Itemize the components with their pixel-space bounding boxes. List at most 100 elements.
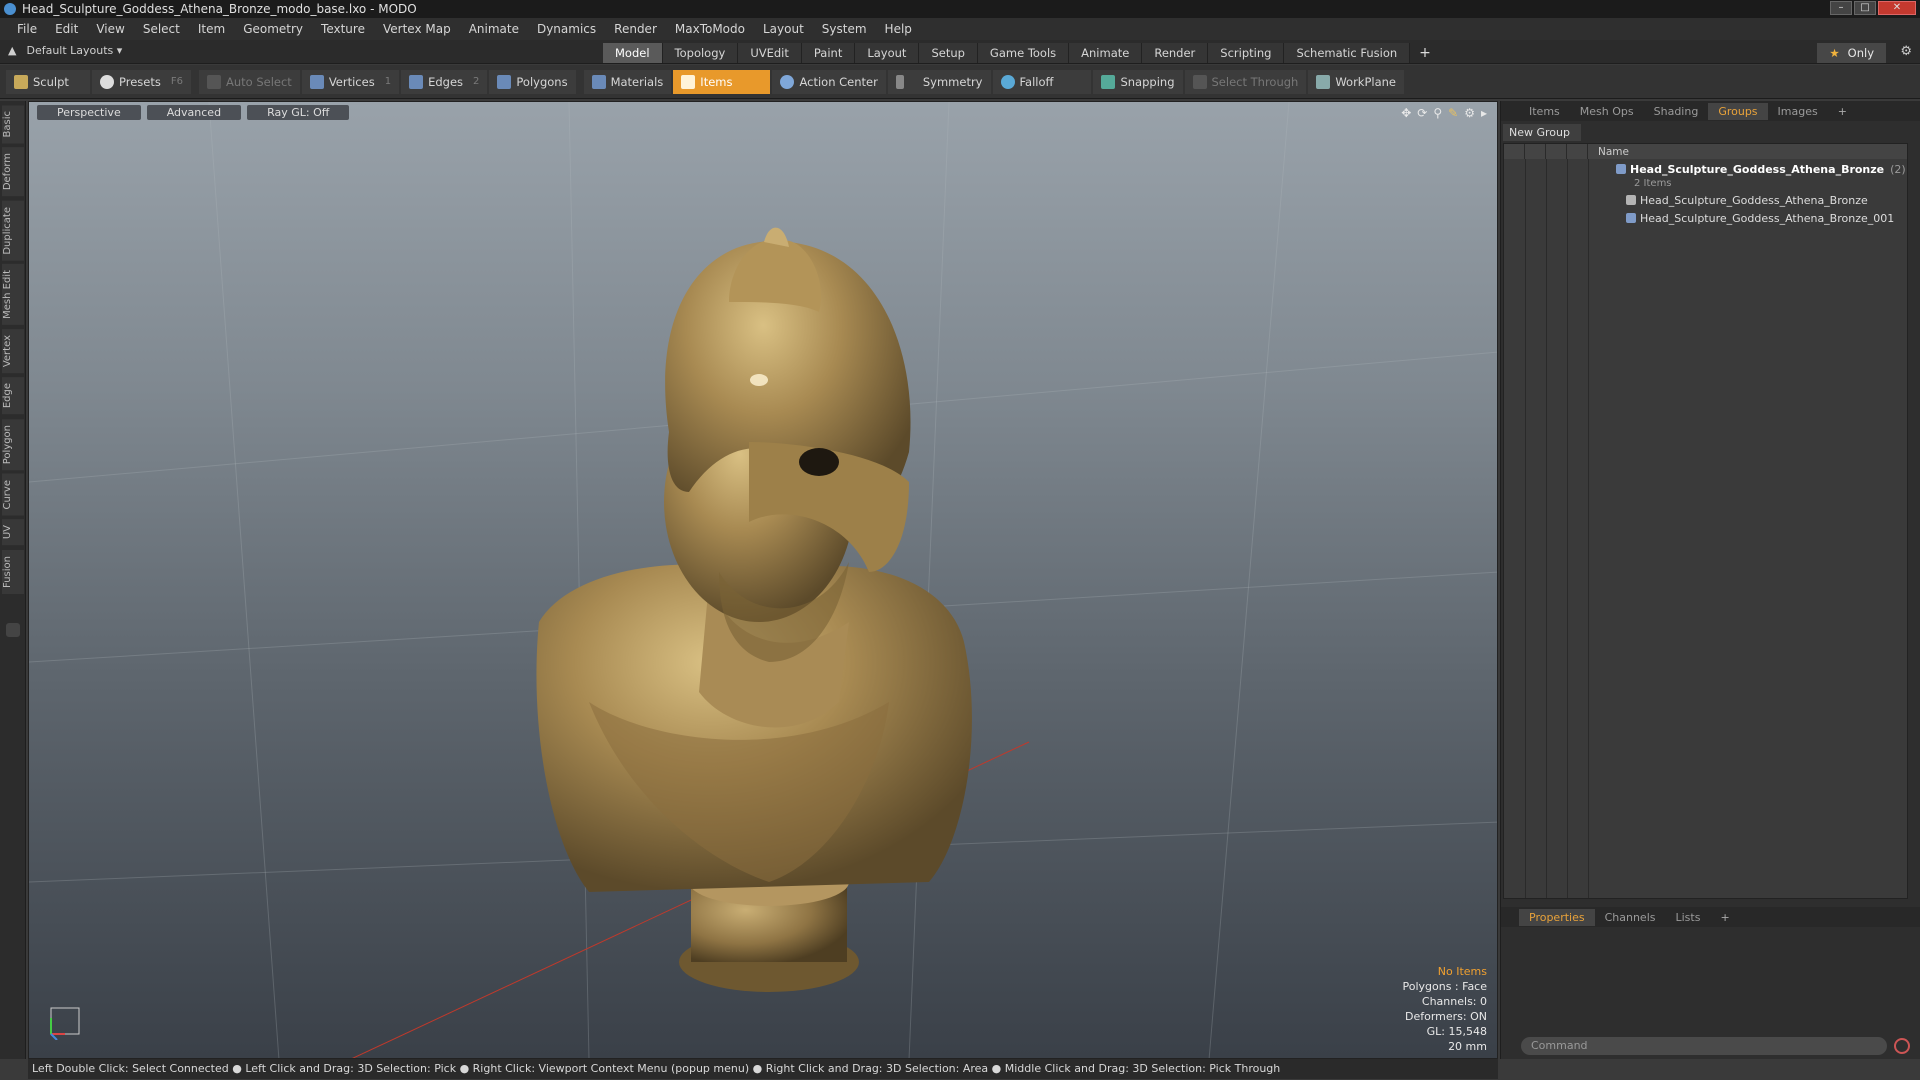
command-history-icon[interactable]: [1894, 1038, 1910, 1054]
rotate-view-icon[interactable]: ⟳: [1417, 106, 1427, 120]
select-through-label: Select Through: [1211, 74, 1299, 89]
tab-basic[interactable]: Basic: [2, 105, 24, 144]
3d-viewport[interactable]: Perspective Advanced Ray GL: Off ✥ ⟳ ⚲ ✎…: [28, 101, 1498, 1059]
tab-mesh-edit[interactable]: Mesh Edit: [2, 264, 24, 326]
tab-lists[interactable]: Lists: [1666, 909, 1711, 926]
select-column-icon[interactable]: [1567, 144, 1588, 159]
add-properties-tab-icon[interactable]: +: [1710, 909, 1739, 926]
falloff-label: Falloff: [1019, 74, 1054, 89]
tab-duplicate[interactable]: Duplicate: [2, 200, 24, 261]
add-tab-icon[interactable]: +: [1410, 43, 1440, 63]
view-mode-button[interactable]: Perspective: [37, 105, 141, 120]
render-column-icon[interactable]: [1525, 144, 1546, 159]
viewport-settings-icon[interactable]: ⚙: [1464, 106, 1475, 120]
only-toggle[interactable]: ★ Only: [1817, 43, 1886, 63]
menu-edit[interactable]: Edit: [46, 22, 87, 36]
visibility-column-icon[interactable]: [1504, 144, 1525, 159]
tab-curve[interactable]: Curve: [2, 473, 24, 516]
tab-shading[interactable]: Shading: [1644, 103, 1709, 120]
tab-groups[interactable]: Groups: [1708, 102, 1768, 120]
info-no-items: No Items: [1437, 965, 1487, 978]
window-title: Head_Sculpture_Goddess_Athena_Bronze_mod…: [22, 2, 417, 16]
only-label: Only: [1847, 46, 1874, 60]
tab-items[interactable]: Items: [1519, 103, 1570, 120]
tab-properties[interactable]: Properties: [1519, 908, 1595, 926]
presets-button[interactable]: Presets F6: [92, 69, 191, 94]
add-panel-tab-icon[interactable]: +: [1828, 103, 1857, 120]
presets-icon: [100, 74, 114, 89]
sculpt-button[interactable]: Sculpt: [6, 69, 90, 94]
menu-maxtomodo[interactable]: MaxToModo: [666, 22, 754, 36]
menu-help[interactable]: Help: [876, 22, 921, 36]
workplane-button[interactable]: WorkPlane: [1308, 69, 1405, 94]
tab-schematic-fusion[interactable]: Schematic Fusion: [1284, 43, 1411, 63]
items-button[interactable]: Items: [673, 69, 771, 94]
default-layouts-dropdown[interactable]: Default Layouts ▾: [26, 44, 122, 57]
menu-dynamics[interactable]: Dynamics: [528, 22, 605, 36]
tab-game-tools[interactable]: Game Tools: [977, 43, 1070, 63]
edges-shortcut: 2: [473, 76, 480, 87]
raygl-button[interactable]: Ray GL: Off: [247, 105, 350, 120]
tab-mesh-ops[interactable]: Mesh Ops: [1570, 103, 1644, 120]
title-bar: Head_Sculpture_Goddess_Athena_Bronze_mod…: [0, 0, 1920, 18]
tab-uv[interactable]: UV: [2, 519, 24, 546]
tab-deform[interactable]: Deform: [2, 147, 24, 197]
polygons-button[interactable]: Polygons: [489, 69, 576, 94]
shading-mode-button[interactable]: Advanced: [146, 105, 242, 120]
menu-item[interactable]: Item: [189, 22, 234, 36]
action-center-button[interactable]: Action Center: [772, 69, 886, 94]
menu-texture[interactable]: Texture: [312, 22, 374, 36]
maximize-button[interactable]: □: [1854, 1, 1876, 15]
tab-model[interactable]: Model: [603, 43, 663, 63]
move-view-icon[interactable]: ✥: [1401, 106, 1411, 120]
tab-paint[interactable]: Paint: [801, 43, 856, 63]
polygons-label: Polygons: [516, 74, 568, 89]
tab-edge[interactable]: Edge: [2, 377, 24, 415]
zoom-view-icon[interactable]: ⚲: [1433, 106, 1442, 120]
tab-images[interactable]: Images: [1768, 103, 1828, 120]
menu-file[interactable]: File: [8, 22, 46, 36]
tab-layout[interactable]: Layout: [855, 43, 920, 63]
tab-polygon[interactable]: Polygon: [2, 418, 24, 470]
tab-vertex[interactable]: Vertex: [2, 329, 24, 374]
close-button[interactable]: ✕: [1878, 1, 1916, 15]
layout-menu-icon[interactable]: ▲: [8, 44, 16, 57]
symmetry-button[interactable]: Symmetry: [887, 69, 991, 94]
menu-system[interactable]: System: [813, 22, 876, 36]
menu-layout[interactable]: Layout: [754, 22, 813, 36]
snapping-button[interactable]: Snapping: [1093, 69, 1183, 94]
menu-animate[interactable]: Animate: [460, 22, 528, 36]
falloff-button[interactable]: Falloff: [992, 69, 1092, 94]
menu-vertex-map[interactable]: Vertex Map: [374, 22, 460, 36]
tab-setup[interactable]: Setup: [919, 43, 978, 63]
vertices-button[interactable]: Vertices 1: [301, 69, 400, 94]
menu-select[interactable]: Select: [134, 22, 189, 36]
edges-button[interactable]: Edges 2: [401, 69, 488, 94]
menu-view[interactable]: View: [87, 22, 133, 36]
items-label: Items: [700, 74, 733, 89]
minimize-button[interactable]: –: [1830, 1, 1852, 15]
materials-button[interactable]: Materials: [583, 69, 672, 94]
scene-render: [29, 102, 1497, 1058]
new-group-button[interactable]: New Group: [1503, 124, 1581, 141]
tab-uvedit[interactable]: UVEdit: [738, 43, 802, 63]
command-input[interactable]: Command: [1521, 1037, 1887, 1055]
status-bar: Left Double Click: Select Connected ● Le…: [28, 1059, 1498, 1079]
menu-geometry[interactable]: Geometry: [234, 22, 312, 36]
tab-topology[interactable]: Topology: [662, 43, 739, 63]
viewport-menu-icon[interactable]: ▸: [1481, 106, 1487, 120]
lock-column-icon[interactable]: [1546, 144, 1567, 159]
tab-render[interactable]: Render: [1142, 43, 1209, 63]
tab-animate[interactable]: Animate: [1069, 43, 1143, 63]
tab-scripting[interactable]: Scripting: [1208, 43, 1285, 63]
tab-channels[interactable]: Channels: [1595, 909, 1666, 926]
fit-view-icon[interactable]: ✎: [1448, 106, 1458, 120]
auto-select-button[interactable]: Auto Select: [198, 69, 300, 94]
tab-fusion[interactable]: Fusion: [2, 549, 24, 594]
toolbox-toggle-icon[interactable]: [6, 623, 20, 637]
gear-icon[interactable]: ⚙: [1900, 44, 1912, 59]
menu-render[interactable]: Render: [605, 22, 666, 36]
layout-bar: ▲ Default Layouts ▾ Model Topology UVEdi…: [0, 40, 1920, 64]
select-through-button[interactable]: Select Through: [1184, 69, 1307, 94]
group-child-name: Head_Sculpture_Goddess_Athena_Bronze: [1640, 193, 1868, 207]
